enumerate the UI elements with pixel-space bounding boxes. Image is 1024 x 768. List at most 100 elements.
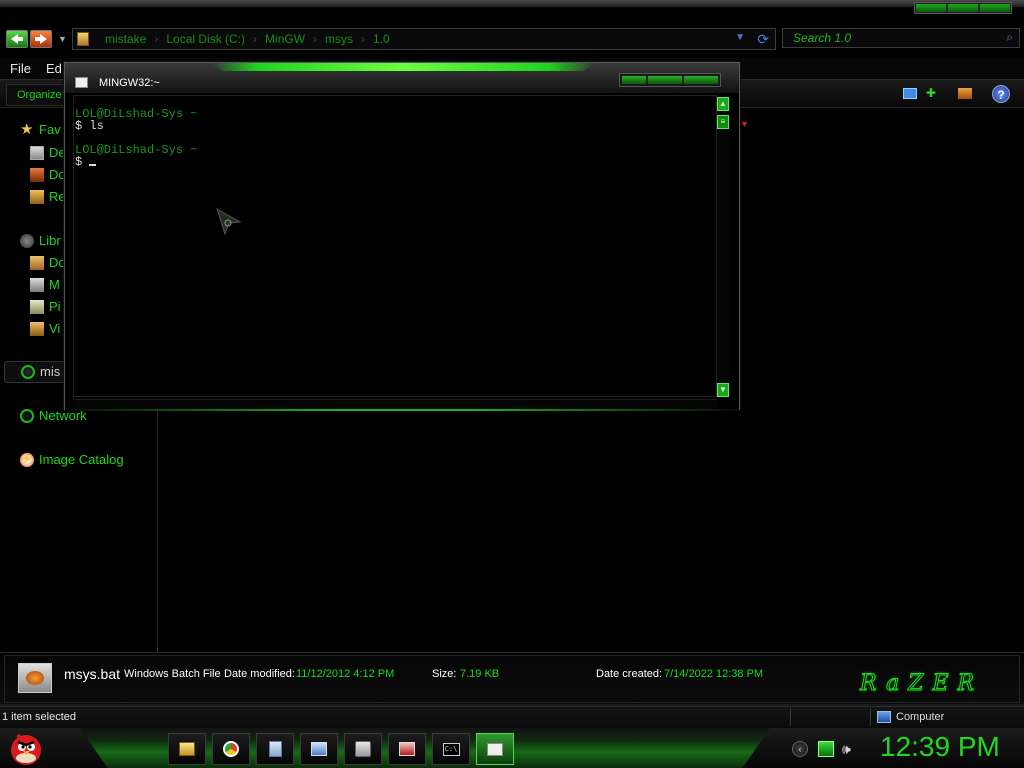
recent-places-icon [30, 189, 44, 204]
address-bar[interactable]: mistake Local Disk (C:) MinGW msys 1.0 ▼… [72, 28, 776, 50]
add-icon[interactable]: ✚ [926, 87, 940, 99]
search-input[interactable]: Search 1.0 ⌕ [782, 28, 1020, 48]
volume-icon[interactable]: 🕪 [842, 741, 858, 757]
terminal-close-button[interactable] [683, 76, 719, 84]
maximize-button[interactable] [948, 4, 978, 12]
terminal-minimize-button[interactable] [622, 76, 646, 84]
window-controls[interactable] [914, 2, 1012, 14]
media-icon [355, 741, 371, 757]
start-button[interactable] [8, 730, 44, 766]
scroll-up-button[interactable]: ▲ [717, 97, 729, 111]
view-icon[interactable] [903, 88, 917, 99]
taskbar-monitor[interactable] [300, 733, 338, 765]
terminal-output[interactable]: LOL@DiLshad-Sys ~ $ ls LOL@DiLshad-Sys ~… [73, 95, 717, 397]
help-icon[interactable]: ? [992, 85, 1010, 103]
downloads-icon [30, 167, 44, 182]
network-status-icon[interactable] [818, 741, 834, 757]
breadcrumb-item[interactable]: mistake [95, 32, 156, 46]
date-created-label: Date created: [596, 668, 663, 680]
sidebar-label: Pi [49, 299, 61, 314]
terminal-window-controls [619, 73, 721, 87]
network-icon [20, 408, 34, 423]
breadcrumb-item[interactable]: msys [313, 32, 363, 46]
file-type: Windows Batch File [124, 668, 221, 680]
minimize-button[interactable] [916, 4, 946, 12]
sidebar-item-image-catalog[interactable]: ⚡ Image Catalog [20, 452, 124, 467]
sidebar-item-pictures[interactable]: Pi [30, 299, 61, 314]
selection-count: 1 item selected [2, 711, 76, 723]
scroll-down-button[interactable]: ▼ [717, 383, 729, 397]
terminal-titlebar[interactable]: MINGW32:~ [65, 63, 739, 93]
sidebar-label: mis [40, 364, 61, 379]
terminal-maximize-button[interactable] [647, 76, 682, 84]
title-glow [211, 63, 595, 71]
drive-icon [21, 364, 35, 379]
terminal-title: MINGW32:~ [99, 77, 160, 89]
forward-button[interactable] [30, 30, 52, 48]
taskbar-chrome[interactable] [212, 733, 250, 765]
address-dropdown-icon[interactable]: ▼ [735, 32, 745, 43]
details-pane: msys.bat Windows Batch File Date modifie… [0, 652, 1024, 706]
scroll-thumb[interactable]: ≡ [717, 115, 729, 129]
back-button[interactable] [6, 30, 28, 48]
taskbar-explorer[interactable] [168, 733, 206, 765]
search-icon[interactable]: ⌕ [1006, 30, 1013, 45]
sidebar-label: Fav [39, 122, 61, 137]
terminal-input-line[interactable]: $ [75, 156, 716, 168]
sidebar-item-recent[interactable]: Re [30, 189, 66, 204]
date-created-value: 7/14/2022 12:38 PM [664, 668, 764, 680]
column-sort-icon[interactable]: ▼ [740, 119, 749, 129]
arrow-left-icon [11, 34, 23, 44]
menu-file[interactable]: File [10, 61, 31, 76]
mouse-cursor-icon [216, 207, 242, 236]
taskbar-notepad[interactable] [256, 733, 294, 765]
window-icon [487, 742, 503, 756]
sidebar-item-downloads[interactable]: Do [30, 167, 66, 182]
taskbar-terminal-active[interactable] [476, 733, 514, 765]
refresh-icon[interactable]: ⟳ [757, 31, 769, 48]
terminal-scrollbar[interactable]: ▲ ≡ ▼ [717, 97, 729, 397]
sidebar-item-favorites[interactable]: ★ Fav [20, 122, 61, 138]
status-location: Computer [870, 708, 1022, 726]
terminal-prompt-line: LOL@DiLshad-Sys ~ [75, 143, 198, 157]
breadcrumb-item[interactable]: 1.0 [361, 32, 400, 46]
terminal-bottom-edge [73, 399, 717, 409]
breadcrumb-item[interactable]: Local Disk (C:) [154, 32, 255, 46]
system-clock[interactable]: 12:39 PM [880, 731, 1000, 763]
sidebar-item-desktop[interactable]: De [30, 145, 66, 160]
computer-icon [877, 711, 891, 723]
status-location-label: Computer [896, 711, 945, 723]
explorer-titlebar[interactable] [0, 0, 1024, 14]
libraries-icon [20, 233, 34, 248]
sidebar-item-documents[interactable]: Do [30, 255, 66, 270]
organize-button[interactable]: Organize [6, 84, 73, 106]
sidebar-item-computer: mis [21, 364, 60, 379]
recent-pages-dropdown[interactable]: ▼ [58, 34, 67, 44]
taskbar-cmd[interactable]: C:\ [432, 733, 470, 765]
breadcrumb-item[interactable]: MinGW [253, 32, 315, 46]
sidebar-item-libraries[interactable]: Libr [20, 233, 61, 248]
preview-pane-icon[interactable] [958, 88, 972, 99]
documents-icon [30, 255, 44, 270]
show-hidden-icons-icon[interactable]: ‹ [792, 741, 808, 757]
size-value: 7.19 KB [460, 668, 500, 680]
menu-edit[interactable]: Ed [46, 61, 62, 76]
terminal-window[interactable]: MINGW32:~ LOL@DiLshad-Sys ~ $ ls LOL@DiL… [64, 62, 740, 411]
taskbar-disc[interactable] [388, 733, 426, 765]
terminal-bottom-glow [65, 409, 739, 411]
text-cursor [89, 164, 97, 166]
terminal-input-text: $ [75, 155, 90, 169]
search-placeholder: Search 1.0 [793, 31, 852, 45]
close-button[interactable] [980, 4, 1010, 12]
sidebar-item-videos[interactable]: Vi [30, 321, 60, 336]
batch-file-icon [18, 663, 52, 693]
sidebar-label: Image Catalog [39, 452, 124, 467]
sidebar-item-music[interactable]: M [30, 277, 60, 292]
folder-icon [179, 742, 195, 756]
image-catalog-icon: ⚡ [20, 452, 34, 467]
music-icon [30, 277, 44, 292]
arrow-right-icon [35, 34, 47, 44]
videos-icon [30, 321, 44, 336]
date-modified-label: Date modified: [224, 668, 295, 680]
taskbar-media[interactable] [344, 733, 382, 765]
